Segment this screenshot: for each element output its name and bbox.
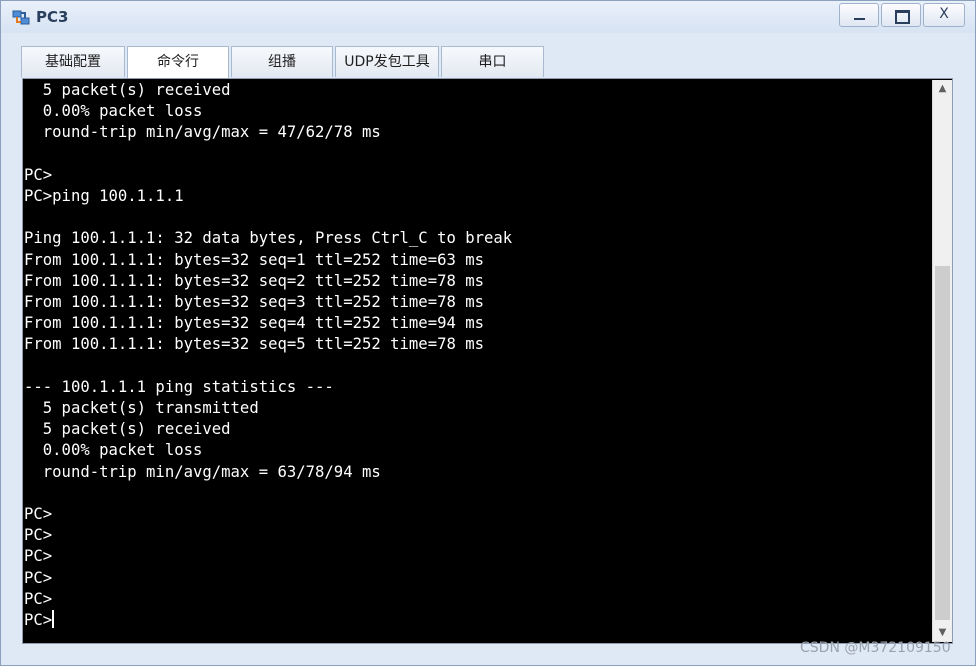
minimize-button[interactable] — [839, 3, 879, 27]
terminal-line: From 100.1.1.1: bytes=32 seq=5 ttl=252 t… — [24, 335, 485, 354]
terminal-line: From 100.1.1.1: bytes=32 seq=3 ttl=252 t… — [24, 293, 485, 312]
text-cursor — [52, 610, 55, 629]
terminal-line: PC> — [24, 547, 53, 566]
tab-label: 串口 — [478, 54, 507, 70]
terminal-line: round-trip min/avg/max = 47/62/78 ms — [24, 123, 381, 142]
terminal-line: 0.00% packet loss — [24, 102, 203, 121]
maximize-icon — [895, 10, 910, 24]
tab-serial-port[interactable]: 串口 — [441, 46, 544, 77]
tab-label: 组播 — [268, 54, 296, 70]
terminal-line: PC> — [24, 505, 53, 524]
tab-udp-tool[interactable]: UDP发包工具 — [335, 46, 439, 77]
terminal-line: PC> — [24, 165, 53, 184]
terminal-line: PC>ping 100.1.1.1 — [24, 187, 184, 206]
window-title: PC3 — [36, 8, 69, 26]
terminal-line: round-trip min/avg/max = 63/78/94 ms — [24, 462, 381, 481]
tab-label: UDP发包工具 — [344, 54, 430, 70]
terminal-line: PC> — [24, 611, 53, 630]
terminal-line: PC> — [24, 526, 53, 545]
close-icon: X — [939, 6, 949, 22]
watermark: CSDN @M372109150 — [800, 640, 951, 656]
title-bar[interactable]: PC3 X — [1, 1, 975, 33]
terminal-line: PC> — [24, 589, 53, 608]
terminal-line: 0.00% packet loss — [24, 441, 203, 460]
tab-label: 基础配置 — [45, 54, 101, 70]
terminal-scrollbar[interactable]: ▲ ▼ — [932, 80, 952, 642]
terminal-line: 5 packet(s) transmitted — [24, 399, 259, 418]
close-button[interactable]: X — [923, 3, 965, 27]
terminal-line: --- 100.1.1.1 ping statistics --- — [24, 377, 334, 396]
terminal-line: 5 packet(s) received — [24, 420, 231, 439]
scroll-thumb[interactable] — [935, 266, 950, 620]
terminal-line: Ping 100.1.1.1: 32 data bytes, Press Ctr… — [24, 229, 513, 248]
minimize-icon — [854, 18, 865, 20]
terminal-text: 5 packet(s) received 0.00% packet loss r… — [24, 80, 931, 631]
tab-basic-config[interactable]: 基础配置 — [21, 46, 125, 77]
terminal-output[interactable]: 5 packet(s) received 0.00% packet loss r… — [24, 80, 931, 642]
scroll-up-icon[interactable]: ▲ — [933, 80, 952, 98]
tab-command-line[interactable]: 命令行 — [127, 46, 229, 79]
tab-multicast[interactable]: 组播 — [231, 46, 333, 77]
terminal-line: PC> — [24, 568, 53, 587]
terminal-line: From 100.1.1.1: bytes=32 seq=2 ttl=252 t… — [24, 271, 485, 290]
terminal-line: From 100.1.1.1: bytes=32 seq=1 ttl=252 t… — [24, 250, 485, 269]
terminal-line: 5 packet(s) received — [24, 81, 231, 99]
terminal-line: From 100.1.1.1: bytes=32 seq=4 ttl=252 t… — [24, 314, 485, 333]
tab-label: 命令行 — [157, 54, 199, 70]
network-pc-icon — [12, 10, 30, 25]
maximize-button[interactable] — [881, 3, 921, 27]
